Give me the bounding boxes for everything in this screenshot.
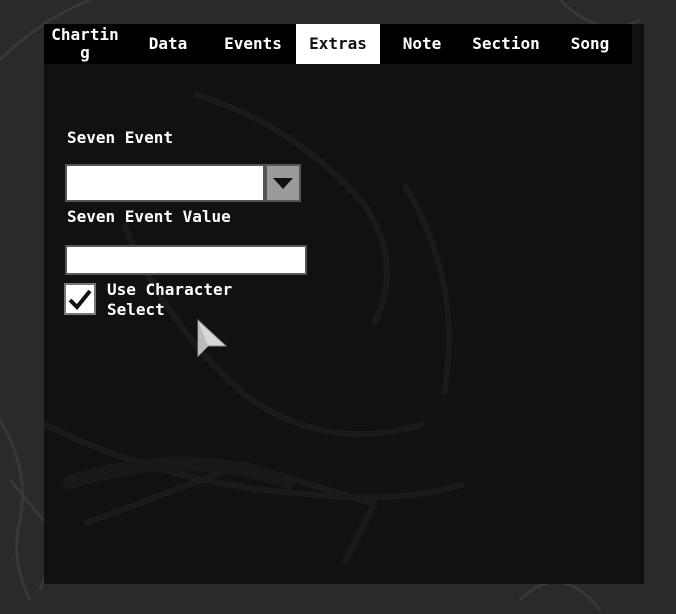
chart-editor-panel: Chartin g Data Events Extras Note Sectio…: [44, 24, 644, 584]
tab-events[interactable]: Events: [210, 24, 296, 64]
tab-label: Data: [148, 34, 188, 53]
check-icon: [68, 289, 92, 310]
use-character-select-label: Use Character Select: [107, 280, 233, 319]
tab-extras[interactable]: Extras: [296, 24, 380, 64]
tab-label: Chartin g: [51, 25, 119, 62]
tab-label: Song: [570, 34, 610, 53]
tab-song[interactable]: Song: [548, 24, 632, 64]
tab-section[interactable]: Section: [464, 24, 548, 64]
chevron-down-icon: [273, 178, 293, 189]
seven-event-value-label: Seven Event Value: [67, 207, 231, 226]
use-character-select-checkbox[interactable]: [64, 283, 96, 315]
tab-data[interactable]: Data: [126, 24, 210, 64]
seven-event-dropdown[interactable]: [65, 164, 301, 202]
pointer-cursor-icon: [197, 318, 228, 358]
seven-event-selected-value[interactable]: [65, 164, 265, 202]
seven-event-value-input[interactable]: [65, 245, 307, 275]
dropdown-button[interactable]: [265, 164, 301, 202]
tab-charting[interactable]: Chartin g: [44, 24, 126, 64]
tab-note[interactable]: Note: [380, 24, 464, 64]
tab-label: Events: [224, 34, 282, 53]
tab-bar: Chartin g Data Events Extras Note Sectio…: [44, 24, 632, 64]
tab-label: Note: [402, 34, 442, 53]
tab-label: Extras: [309, 34, 367, 53]
seven-event-label: Seven Event: [67, 128, 173, 147]
tab-label: Section: [472, 34, 540, 53]
